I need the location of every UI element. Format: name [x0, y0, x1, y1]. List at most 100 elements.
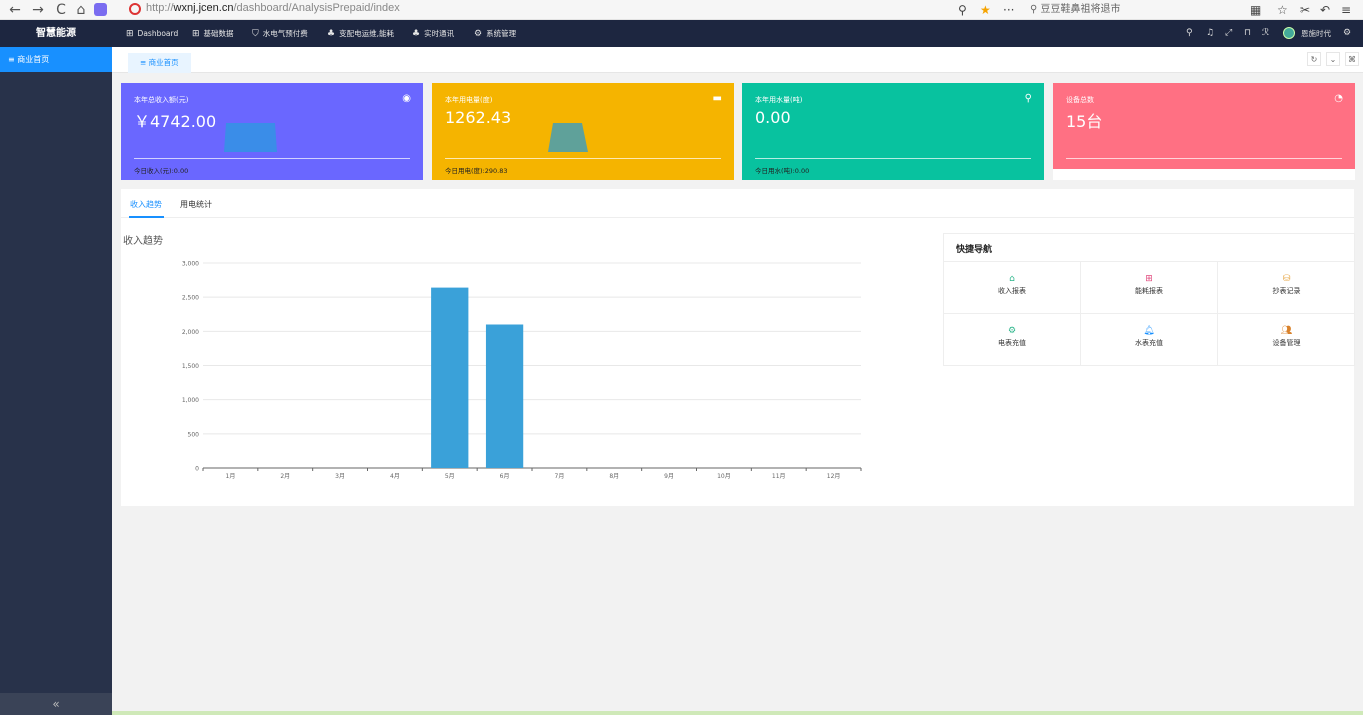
- y-tick-label: 1,500: [182, 363, 199, 370]
- shield-icon: ⛉: [252, 29, 259, 39]
- quick-device-management[interactable]: 👥︎ 设备管理: [1218, 314, 1355, 366]
- settings-icon[interactable]: ⚙: [1343, 20, 1351, 47]
- pie-chart-icon: ◔: [1334, 93, 1343, 104]
- refresh-tab-icon[interactable]: ↻: [1307, 52, 1321, 66]
- translate-icon[interactable]: ℛ: [1262, 20, 1269, 47]
- quick-nav: 快捷导航 ⌂ 收入报表 ⊞ 能耗报表 ⛁ 抄表记录 ⚙ 电表充值 🔔︎ 水表充值…: [943, 233, 1355, 366]
- x-tick-label: 6月: [500, 473, 510, 480]
- card-footer: 今日收入(元):0.00: [134, 167, 189, 175]
- quick-nav-title: 快捷导航: [956, 245, 993, 255]
- nav-power-ops[interactable]: ♣ 变配电运维,能耗: [327, 20, 394, 47]
- sidebar-collapse-button[interactable]: «: [0, 693, 112, 715]
- x-tick-label: 8月: [609, 473, 619, 480]
- main-panel: 收入趋势 用电统计 收入趋势 0 500 1,000 1,500 2,000 2,500 3…: [121, 189, 1355, 506]
- users-icon: 👥︎: [1280, 326, 1293, 336]
- address-bar[interactable]: http://wxnj.jcen.cn/dashboard/AnalysisPr…: [146, 2, 400, 14]
- tab-bar: ≡ 商业首页 ↻ ⌄ ⌘: [112, 47, 1363, 73]
- y-tick-label: 3,000: [182, 261, 199, 268]
- tab-income-trend[interactable]: 收入趋势: [130, 199, 162, 210]
- zoom-icon[interactable]: ⚲: [958, 1, 967, 19]
- home-icon: ⌂: [1009, 274, 1015, 284]
- x-tick-label: 3月: [335, 473, 345, 480]
- nav-basic-data[interactable]: ⊞ 基础数据: [192, 20, 234, 47]
- x-tick-label: 10月: [717, 473, 731, 480]
- compass-icon: ◉: [402, 93, 411, 104]
- y-tick-label: 1,000: [182, 397, 199, 404]
- grid-icon: ⊞: [192, 29, 200, 39]
- x-tick-label: 9月: [664, 473, 674, 480]
- grid-icon: ⊞: [126, 29, 134, 39]
- card-label: 本年总收入额(元): [134, 96, 189, 104]
- search-icon[interactable]: ⚲: [1186, 20, 1193, 47]
- more-icon[interactable]: ···: [1003, 1, 1014, 19]
- lock-icon[interactable]: ⊓: [1244, 20, 1251, 47]
- income-chart: 0 500 1,000 1,500 2,000 2,500 3,000 1月 2月 3月 4月 5月 6…: [182, 261, 862, 480]
- nav-system[interactable]: ⚙ 系统管理: [474, 20, 516, 47]
- card-value: 15台: [1066, 112, 1103, 131]
- apps-icon[interactable]: ▦: [1250, 1, 1261, 19]
- card-value: 0.00: [755, 108, 791, 127]
- x-tick-label: 11月: [772, 473, 786, 480]
- gear-icon: ⚙: [1007, 326, 1017, 336]
- card-label: 本年用水量(吨): [755, 96, 803, 104]
- cut-icon[interactable]: ✂: [1300, 1, 1310, 19]
- back-icon[interactable]: ←: [6, 1, 24, 19]
- chart-bar: [485, 324, 524, 468]
- chart-bar: [431, 287, 469, 468]
- grid-icon: ⊞: [1145, 274, 1153, 284]
- x-tick-label: 12月: [827, 473, 841, 480]
- database-icon: ⛁: [1282, 274, 1291, 284]
- nav-dashboard[interactable]: ⊞ Dashboard: [126, 20, 178, 47]
- water-card: 本年用水量(吨) 0.00 ⚲ 今日用水(吨):0.00: [742, 83, 1044, 180]
- tab-home[interactable]: ≡ 商业首页: [128, 53, 191, 73]
- y-tick-label: 2,500: [182, 295, 199, 302]
- y-tick-label: 2,000: [182, 329, 199, 336]
- x-tick-label: 2月: [280, 473, 290, 480]
- bookmark-star-icon[interactable]: ★: [980, 1, 991, 19]
- avatar[interactable]: [1283, 27, 1295, 39]
- thermometer-icon: ⚲: [1024, 93, 1032, 104]
- nav-prepaid[interactable]: ⛉ 水电气预付费: [252, 20, 308, 47]
- mini-chart: [224, 123, 277, 152]
- gear-icon: ⚙: [474, 29, 483, 39]
- menu-icon[interactable]: ≡: [1341, 1, 1351, 19]
- y-tick-label: 500: [188, 431, 200, 438]
- chart-tabs: 收入趋势 用电统计: [121, 189, 1354, 218]
- favorites-icon[interactable]: ☆: [1277, 1, 1288, 19]
- electricity-card: 本年用电量(度) 1262.43 ▬ 今日用电(度):290.83: [432, 83, 734, 180]
- bell-icon[interactable]: ♫: [1206, 20, 1214, 47]
- tab-power-stats[interactable]: 用电统计: [180, 199, 212, 210]
- close-tabs-icon[interactable]: ⌘: [1345, 52, 1359, 66]
- device-card: 设备总数 15台 ◔: [1053, 83, 1355, 169]
- sitemap-icon: ♣: [327, 29, 336, 39]
- app-logo: 智慧能源: [0, 20, 112, 47]
- user-name[interactable]: 恩施时代: [1301, 20, 1331, 47]
- quick-meter-records[interactable]: ⛁ 抄表记录: [1218, 262, 1355, 314]
- quick-water-recharge[interactable]: 🔔︎ 水表充值: [1081, 314, 1218, 366]
- card-footer: 今日用水(吨):0.00: [755, 167, 810, 175]
- sidebar-item-home[interactable]: ≡ 商业首页: [0, 47, 112, 72]
- card-label: 本年用电量(度): [445, 96, 493, 104]
- bell-icon: 🔔︎: [1143, 326, 1155, 336]
- chevron-down-icon[interactable]: ⌄: [1326, 52, 1340, 66]
- card-label: 设备总数: [1066, 96, 1094, 104]
- nav-realtime[interactable]: ♣ 实时通讯: [412, 20, 454, 47]
- card-footer: 今日用电(度):290.83: [445, 167, 508, 175]
- reload-icon[interactable]: C: [52, 1, 70, 19]
- y-tick-label: 0: [195, 466, 199, 473]
- quick-energy-report[interactable]: ⊞ 能耗报表: [1081, 262, 1218, 314]
- browser-search-input[interactable]: ⚲ 豆豆鞋鼻祖将退市: [1030, 1, 1121, 19]
- quick-electric-recharge[interactable]: ⚙ 电表充值: [944, 314, 1081, 366]
- site-security-icon[interactable]: [129, 3, 141, 15]
- x-tick-label: 1月: [226, 473, 236, 480]
- card-icon: ▬: [712, 93, 722, 104]
- home-icon[interactable]: ⌂: [72, 1, 90, 19]
- quick-income-report[interactable]: ⌂ 收入报表: [944, 262, 1081, 314]
- income-card: 本年总收入额(元) ￥4742.00 ◉ 今日收入(元):0.00: [121, 83, 423, 180]
- extension-icon[interactable]: [94, 3, 107, 16]
- card-value: ￥4742.00: [134, 112, 217, 131]
- forward-icon[interactable]: →: [29, 1, 47, 19]
- undo-icon[interactable]: ↶: [1320, 1, 1330, 19]
- fullscreen-icon[interactable]: ⤢: [1225, 20, 1232, 47]
- mini-chart: [548, 123, 588, 152]
